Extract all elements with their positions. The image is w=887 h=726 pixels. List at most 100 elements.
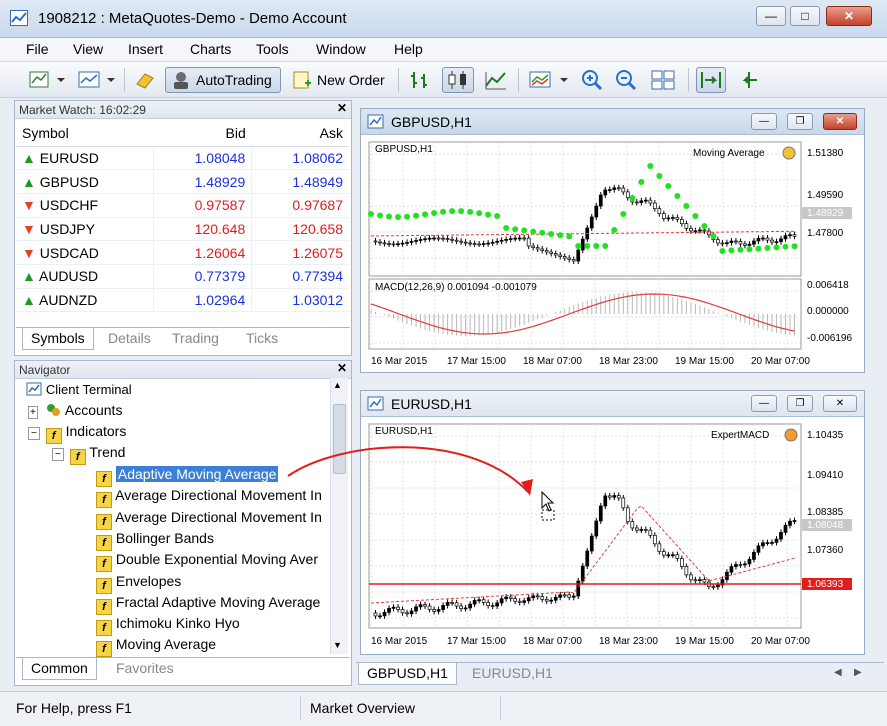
parabolic-sar-dot (584, 243, 591, 249)
nav-indicator-item[interactable]: f Double Exponential Moving Aver (96, 551, 318, 573)
market-watch-icon[interactable] (130, 67, 160, 93)
eurusd-candle (743, 563, 747, 566)
table-row[interactable]: ▲ GBPUSD 1.48929 1.48949 (16, 169, 349, 194)
tab-symbols[interactable]: Symbols (22, 328, 94, 350)
table-row[interactable]: ▼ USDJPY 120.648 120.658 (16, 217, 349, 242)
eurusd-candle (711, 586, 716, 588)
table-row[interactable]: ▼ USDCHF 0.97587 0.97687 (16, 193, 349, 218)
nav-indicator-item[interactable]: f Fractal Adaptive Moving Average (96, 594, 320, 615)
nav-indicators[interactable]: − f Indicators (28, 423, 126, 444)
symbol-cell[interactable]: ▼ USDCAD (16, 240, 154, 265)
new-order-button[interactable]: New Order (288, 67, 390, 93)
menu-help[interactable]: Help (394, 41, 423, 57)
column-symbol[interactable]: Symbol (16, 120, 154, 147)
tabs-scroll-right-icon[interactable]: ▶ (854, 667, 862, 678)
close-button[interactable]: ✕ (826, 6, 872, 26)
symbol-cell[interactable]: ▲ AUDNZD (16, 288, 154, 313)
tab-chart-eurusd[interactable]: EURUSD,H1 (464, 663, 561, 685)
line-chart-icon[interactable] (482, 67, 510, 93)
nav-indicator-item[interactable]: f Envelopes (96, 573, 181, 594)
drag-arrow-icon (287, 446, 529, 493)
menu-file[interactable]: File (26, 41, 49, 57)
expand-minus-icon[interactable]: − (28, 427, 40, 440)
chart-restore-button[interactable]: ❐ (787, 113, 813, 130)
market-watch-close-icon[interactable]: ✕ (337, 101, 347, 115)
chart-symbol-label: GBPUSD,H1 (375, 144, 433, 155)
eurusd-candle (544, 598, 549, 602)
column-ask[interactable]: Ask (251, 120, 349, 147)
chart-minimize-button[interactable]: — (751, 113, 777, 130)
nav-indicator-item[interactable]: f Ichimoku Kinko Hyo (96, 615, 240, 637)
table-row[interactable]: ▲ EURUSD 1.08048 1.08062 (16, 146, 349, 171)
tab-common[interactable]: Common (22, 658, 97, 680)
expand-plus-icon[interactable]: + (28, 406, 38, 419)
auto-scroll-icon[interactable] (696, 67, 726, 93)
maximize-button[interactable]: □ (790, 6, 820, 26)
nav-client-terminal[interactable]: Client Terminal (26, 381, 132, 397)
menu-view[interactable]: View (73, 41, 103, 57)
tabs-scroll-left-icon[interactable]: ◀ (834, 667, 842, 678)
tab-ticks[interactable]: Ticks (238, 328, 286, 350)
chart-close-button[interactable]: ✕ (823, 395, 857, 412)
symbol-cell[interactable]: ▲ EURUSD (16, 146, 154, 171)
symbol-cell[interactable]: ▲ GBPUSD (16, 169, 154, 194)
eurusd-candle (391, 606, 396, 609)
eurusd-candle (716, 584, 720, 588)
symbol-cell[interactable]: ▼ USDJPY (16, 217, 154, 242)
menu-tools[interactable]: Tools (256, 41, 289, 57)
table-row[interactable]: ▼ USDCAD 1.26064 1.26075 (16, 240, 349, 265)
eurusd-candle (680, 558, 684, 567)
gbpusd-candle (472, 243, 477, 245)
tab-chart-gbpusd[interactable]: GBPUSD,H1 (358, 663, 457, 685)
eurusd-candle (513, 598, 518, 602)
time-axis-label: 20 Mar 07:00 (751, 356, 810, 367)
tile-windows-icon[interactable] (648, 67, 678, 93)
chart-shift-icon[interactable] (734, 67, 764, 93)
parabolic-sar-dot (467, 208, 474, 215)
templates-button[interactable] (526, 67, 570, 93)
bar-chart-icon[interactable] (406, 67, 434, 93)
menu-window[interactable]: Window (316, 41, 366, 57)
nav-indicator-item[interactable]: f Moving Average (96, 636, 216, 658)
tab-trading[interactable]: Trading (164, 328, 227, 350)
navigator-close-icon[interactable]: ✕ (337, 361, 347, 375)
zoom-out-icon[interactable] (612, 67, 640, 93)
eurusd-candle (373, 612, 378, 617)
profiles-button[interactable] (74, 67, 116, 93)
gbpusd-candle (580, 238, 585, 251)
gbpusd-chart-canvas[interactable]: GBPUSD,H1 Moving Average 1.51380 1.49590 1.4… (361, 136, 864, 373)
gbpusd-candle (414, 240, 418, 242)
table-row[interactable]: ▲ AUDNZD 1.02964 1.03012 (16, 288, 349, 313)
minimize-button[interactable]: — (756, 6, 786, 26)
new-chart-button[interactable] (26, 67, 66, 93)
eurusd-candle (522, 600, 527, 603)
chart-restore-button[interactable]: ❐ (787, 395, 813, 412)
chart-minimize-button[interactable]: — (751, 395, 777, 412)
symbol-cell[interactable]: ▼ USDCHF (16, 193, 154, 218)
chart-close-button[interactable]: ✕ (823, 113, 857, 130)
candlestick-icon[interactable] (442, 67, 474, 93)
nav-accounts[interactable]: + Accounts (28, 402, 122, 419)
nav-indicator-item[interactable]: f Adaptive Moving Average (96, 466, 279, 487)
menu-charts[interactable]: Charts (190, 41, 231, 57)
nav-indicator-item[interactable]: f Bollinger Bands (96, 530, 214, 551)
status-help-text: For Help, press F1 (16, 700, 132, 716)
zoom-in-icon[interactable] (578, 67, 606, 93)
autotrading-button[interactable]: AutoTrading (165, 67, 281, 93)
status-bar: For Help, press F1 Market Overview (0, 691, 887, 726)
tab-details[interactable]: Details (100, 328, 159, 350)
symbol-cell[interactable]: ▲ AUDUSD (16, 264, 154, 289)
column-bid[interactable]: Bid (153, 120, 252, 147)
gbpusd-candle (616, 187, 621, 190)
gbpusd-candle (558, 254, 563, 257)
menu-insert[interactable]: Insert (128, 41, 163, 57)
parabolic-sar-dot (386, 213, 393, 220)
tab-favorites[interactable]: Favorites (108, 658, 182, 680)
eurusd-candle (558, 594, 563, 598)
eurusd-candle (499, 598, 504, 604)
gbpusd-candle (639, 200, 644, 203)
table-row[interactable]: ▲ AUDUSD 0.77379 0.77394 (16, 264, 349, 289)
gbpusd-candle (589, 216, 594, 229)
expand-minus-icon[interactable]: − (52, 448, 64, 461)
nav-trend[interactable]: − f Trend (52, 444, 125, 465)
